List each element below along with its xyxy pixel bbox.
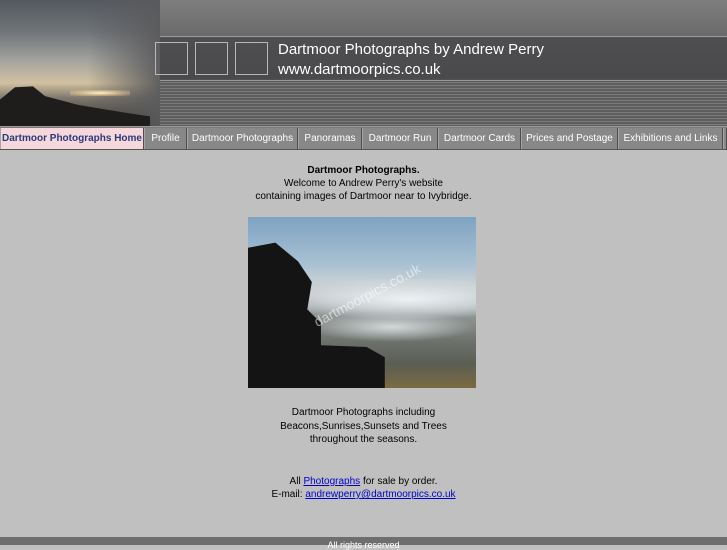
description-line-1: Dartmoor Photographs including xyxy=(291,407,436,418)
main-navigation: Dartmoor Photographs Home Profile Dartmo… xyxy=(0,126,727,150)
photographs-link[interactable]: Photographs xyxy=(303,476,360,487)
thumbnail-frame-1 xyxy=(155,42,188,75)
featured-photo: dartmoorpics.co.uk xyxy=(248,217,476,388)
email-line: E-mail: andrewperry@dartmoorpics.co.uk xyxy=(0,488,727,502)
nav-exhibitions-and-links[interactable]: Exhibitions and Links xyxy=(618,128,723,149)
site-url: www.dartmoorpics.co.uk xyxy=(278,61,441,78)
thumbnail-frame-3 xyxy=(235,42,268,75)
sale-line: All Photographs for sale by order. xyxy=(0,475,727,489)
sale-suffix: for sale by order. xyxy=(362,476,438,487)
header-sun-glow xyxy=(70,90,130,96)
nav-edge xyxy=(723,128,727,149)
nav-home[interactable]: Dartmoor Photographs Home xyxy=(0,128,144,149)
sale-prefix: All xyxy=(289,476,301,487)
nav-dartmoor-cards[interactable]: Dartmoor Cards xyxy=(438,128,521,149)
intro-heading: Dartmoor Photographs. xyxy=(307,165,420,176)
nav-dartmoor-run[interactable]: Dartmoor Run xyxy=(362,128,438,149)
site-header: Dartmoor Photographs by Andrew Perry www… xyxy=(0,0,727,126)
intro-line-2: containing images of Dartmoor near to Iv… xyxy=(255,191,472,202)
nav-profile[interactable]: Profile xyxy=(144,128,187,149)
intro-line-1: Welcome to Andrew Perry's website xyxy=(283,178,443,189)
thumbnail-frame-2 xyxy=(195,42,228,75)
email-link[interactable]: andrewperry@dartmoorpics.co.uk xyxy=(305,489,455,500)
nav-prices-and-postage[interactable]: Prices and Postage xyxy=(521,128,618,149)
description-line-3: throughout the seasons. xyxy=(309,434,418,445)
nav-dartmoor-photographs[interactable]: Dartmoor Photographs xyxy=(187,128,298,149)
nav-panoramas[interactable]: Panoramas xyxy=(298,128,362,149)
site-title: Dartmoor Photographs by Andrew Perry xyxy=(278,41,544,58)
email-label: E-mail: xyxy=(271,489,303,500)
footer-text: All rights reserved xyxy=(327,540,400,550)
description-line-2: Beacons,Sunrises,Sunsets and Trees xyxy=(280,421,447,432)
